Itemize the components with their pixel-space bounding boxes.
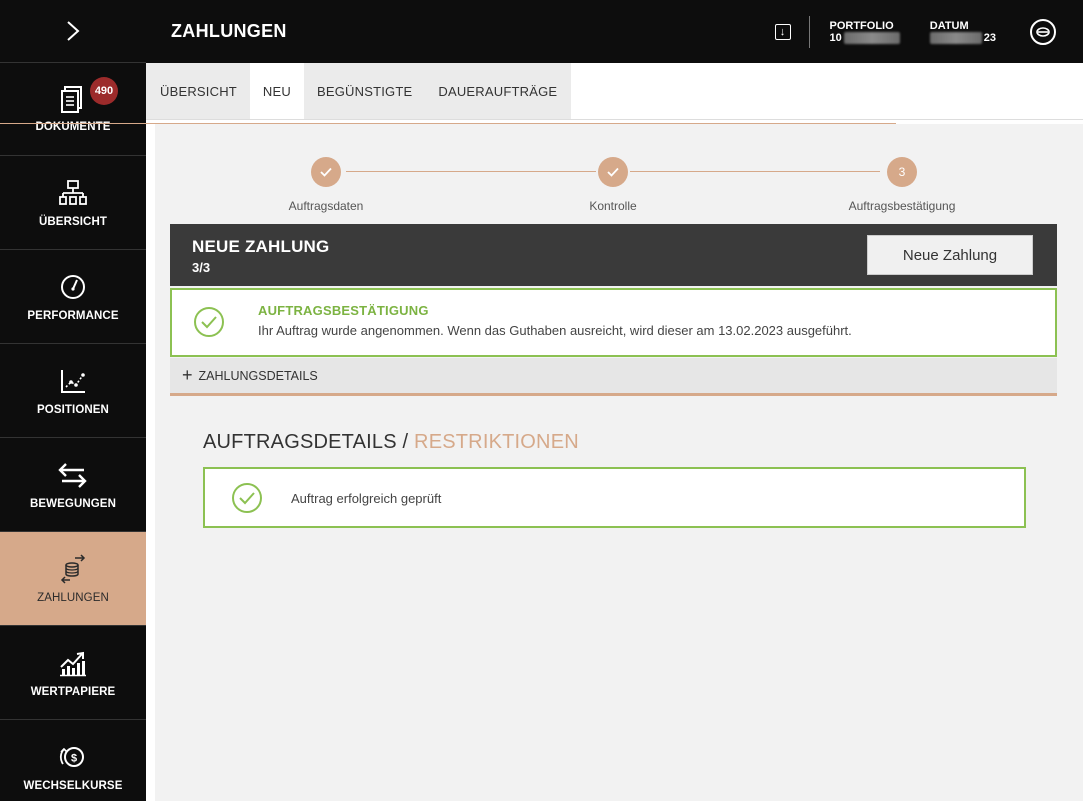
- order-details-heading: AUFTRAGSDETAILS / RESTRIKTIONEN: [203, 431, 579, 454]
- tab-uebersicht[interactable]: ÜBERSICHT: [146, 63, 250, 119]
- step-label: Auftragsbestätigung: [848, 199, 956, 213]
- confirmation-message: AUFTRAGSBESTÄTIGUNG Ihr Auftrag wurde an…: [170, 288, 1057, 357]
- payment-details-label: ZAHLUNGSDETAILS: [198, 368, 318, 383]
- date-value-visible: 23: [983, 31, 996, 44]
- sidebar-item-zahlungen[interactable]: ZAHLUNGEN: [0, 532, 146, 626]
- payment-panel-header: NEUE ZAHLUNG 3/3 Neue Zahlung: [170, 224, 1057, 286]
- success-check-icon: [194, 307, 224, 337]
- portfolio-value-visible: 10: [829, 31, 842, 44]
- sidebar-item-wechselkurse[interactable]: $ WECHSELKURSE: [0, 720, 146, 801]
- hierarchy-icon: [58, 178, 88, 208]
- page-title: ZAHLUNGEN: [171, 21, 287, 41]
- date-selector[interactable]: DATUM 23: [929, 19, 996, 44]
- tab-dauerauftraege[interactable]: DAUERAUFTRÄGE: [425, 63, 572, 119]
- date-value: 23: [929, 31, 996, 44]
- divider: [808, 15, 810, 48]
- sidebar-item-performance[interactable]: PERFORMANCE: [0, 250, 146, 344]
- sidebar-item-label: WECHSELKURSE: [23, 779, 123, 792]
- sidebar-item-positionen[interactable]: POSITIONEN: [0, 344, 146, 438]
- stepper-line: [630, 171, 880, 172]
- confirmation-text: Ihr Auftrag wurde angenommen. Wenn das G…: [258, 323, 852, 338]
- coins-exchange-icon: [58, 553, 88, 584]
- portfolio-selector[interactable]: PORTFOLIO 10: [830, 20, 900, 44]
- currency-exchange-icon: $: [58, 742, 88, 772]
- expand-sidebar-button[interactable]: [0, 0, 146, 63]
- step-counter: 3/3: [192, 260, 211, 275]
- panel-title: NEUE ZAHLUNG: [192, 237, 330, 256]
- step-label: Kontrolle: [589, 199, 637, 213]
- redacted-date: [929, 31, 982, 44]
- sidebar-item-label: ZAHLUNGEN: [37, 591, 109, 604]
- sidebar-item-label: ÜBERSICHT: [39, 215, 107, 228]
- gauge-icon: [58, 272, 88, 302]
- sidebar-item-dokumente[interactable]: 490 DOKUMENTE: [0, 63, 146, 156]
- step-1-check-icon: [311, 157, 341, 187]
- sidebar-item-wertpapiere[interactable]: WERTPAPIERE: [0, 626, 146, 720]
- order-check-result: Auftrag erfolgreich geprüft: [203, 467, 1026, 528]
- securities-chart-icon: [58, 648, 88, 678]
- sidebar-item-uebersicht[interactable]: ÜBERSICHT: [0, 156, 146, 250]
- stepper-line: [346, 171, 596, 172]
- sidebar-item-label: WERTPAPIERE: [30, 685, 116, 698]
- check-message: Auftrag erfolgreich geprüft: [291, 491, 442, 506]
- tab-beguenstigte[interactable]: BEGÜNSTIGTE: [303, 63, 426, 119]
- portfolio-value: 10: [829, 31, 900, 44]
- sidebar-item-label: PERFORMANCE: [27, 309, 119, 322]
- top-bar: ZAHLUNGEN ↓ PORTFOLIO 10 DATUM 23: [146, 0, 1083, 63]
- svg-text:$: $: [71, 752, 77, 764]
- success-check-icon: [232, 483, 262, 513]
- main-content: 3 Auftragsdaten Kontrolle Auftragsbestät…: [155, 124, 1083, 801]
- date-label: DATUM: [929, 19, 969, 32]
- sub-navigation: ÜBERSICHT NEU BEGÜNSTIGTE DAUERAUFTRÄGE: [146, 63, 1083, 120]
- payment-details-toggle[interactable]: + ZAHLUNGSDETAILS: [170, 358, 1057, 396]
- new-payment-button[interactable]: Neue Zahlung: [867, 235, 1033, 275]
- sidebar-item-bewegungen[interactable]: BEWEGUNGEN: [0, 438, 146, 532]
- order-details-title: AUFTRAGSDETAILS /: [203, 431, 415, 453]
- user-icon: [1036, 26, 1050, 37]
- restrictions-title: RESTRIKTIONEN: [414, 431, 579, 453]
- sidebar-item-label: POSITIONEN: [37, 403, 109, 416]
- redacted-portfolio: [843, 31, 900, 44]
- tab-neu[interactable]: NEU: [249, 63, 304, 119]
- sidebar: 490 DOKUMENTE ÜBERSICHT PERFORMANCE POSI…: [0, 0, 146, 801]
- user-menu-button[interactable]: [1030, 18, 1056, 45]
- notification-badge: 490: [90, 77, 118, 105]
- step-2-check-icon: [598, 157, 628, 187]
- sidebar-item-label: BEWEGUNGEN: [30, 497, 116, 510]
- download-button[interactable]: ↓: [774, 23, 791, 40]
- step-3-number: 3: [887, 157, 917, 187]
- line-chart-icon: [58, 366, 88, 396]
- portfolio-label: PORTFOLIO: [829, 19, 894, 32]
- document-icon: [58, 85, 88, 115]
- progress-stepper: 3 Auftragsdaten Kontrolle Auftragsbestät…: [155, 124, 1083, 224]
- chevron-right-icon: [67, 21, 80, 41]
- transfer-arrows-icon: [58, 460, 88, 490]
- download-icon: ↓: [779, 25, 786, 38]
- step-label: Auftragsdaten: [288, 199, 364, 213]
- confirmation-title: AUFTRAGSBESTÄTIGUNG: [258, 303, 429, 318]
- plus-icon: +: [182, 365, 193, 385]
